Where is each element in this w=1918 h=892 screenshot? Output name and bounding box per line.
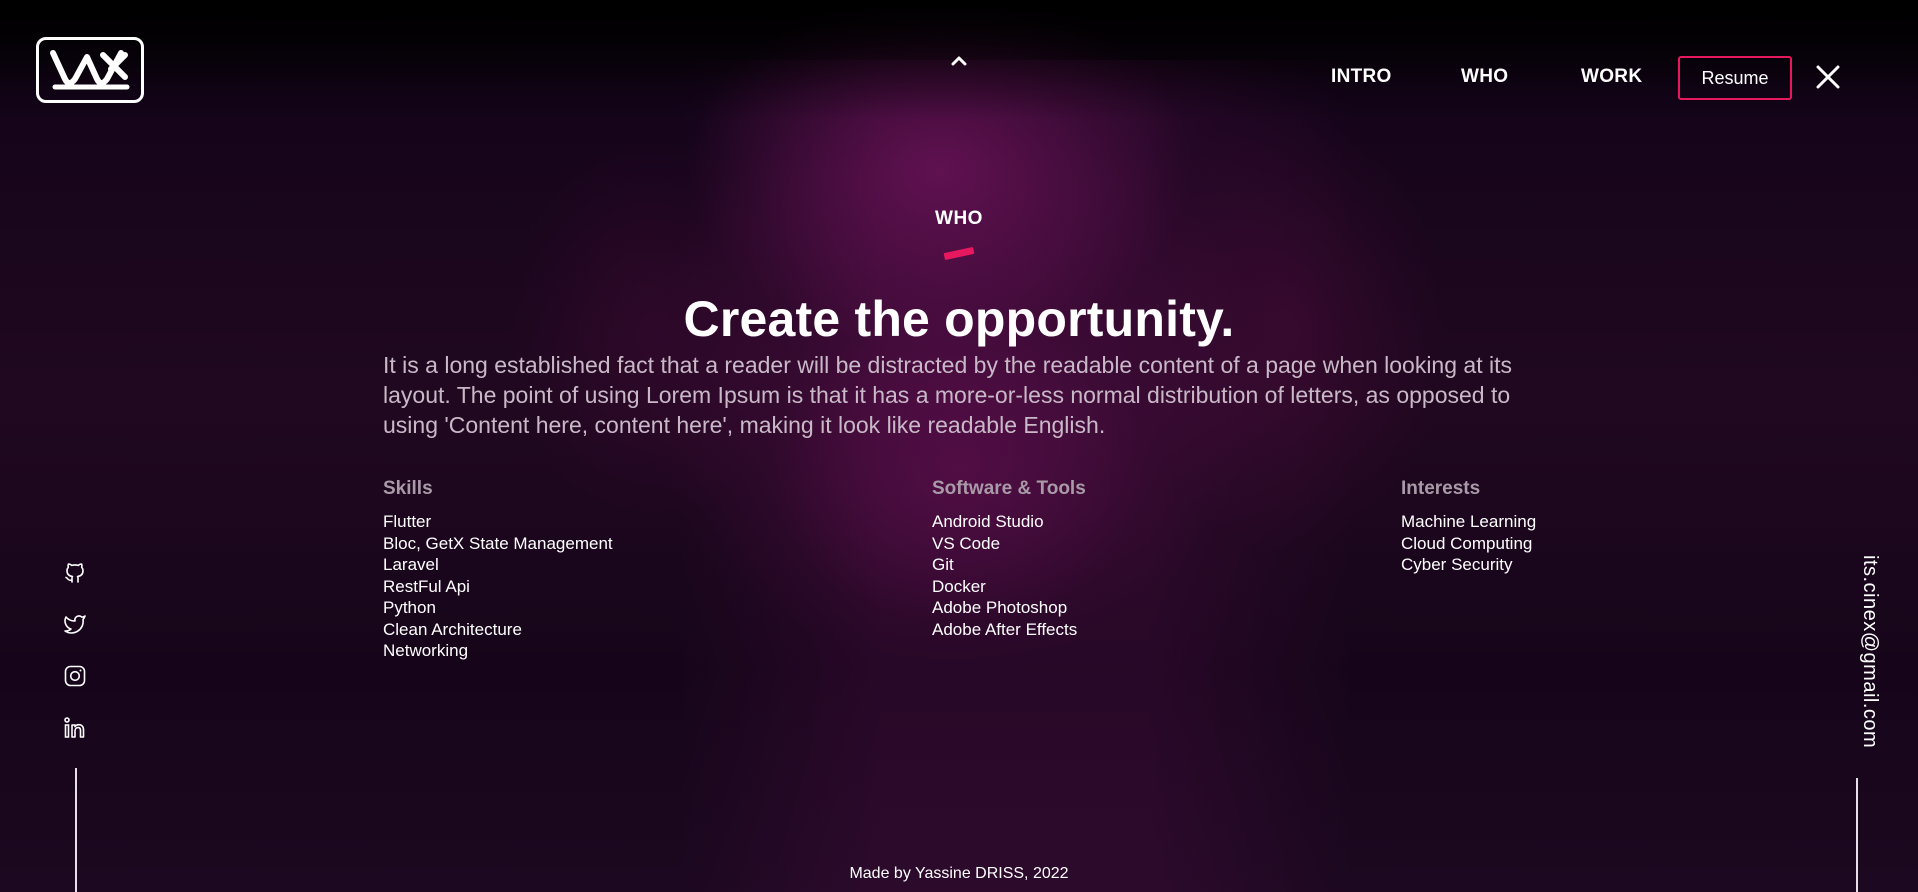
linkedin-icon bbox=[64, 717, 85, 738]
resume-button[interactable]: Resume bbox=[1678, 56, 1792, 100]
list-item: Python bbox=[383, 598, 436, 617]
linkedin-link[interactable] bbox=[60, 713, 90, 743]
github-link[interactable] bbox=[60, 558, 90, 588]
chevron-up-icon bbox=[951, 56, 967, 66]
page-title: Create the opportunity. bbox=[683, 291, 1235, 347]
list-item: Git bbox=[932, 555, 954, 574]
section-tag: WHO bbox=[935, 208, 983, 229]
skills-list: Flutter Bloc, GetX State Management Lara… bbox=[383, 511, 613, 662]
tools-list: Android Studio VS Code Git Docker Adobe … bbox=[932, 511, 1086, 640]
nav-link-intro[interactable]: INTRO bbox=[1331, 66, 1392, 88]
intro-paragraph: It is a long established fact that a rea… bbox=[383, 352, 1512, 438]
close-icon bbox=[1816, 65, 1840, 89]
list-item: Laravel bbox=[383, 555, 439, 574]
twitter-icon bbox=[64, 615, 86, 634]
list-item: Networking bbox=[383, 641, 469, 660]
list-item: RestFul Api bbox=[383, 576, 470, 596]
email-link[interactable]: its.cinex@gmail.com bbox=[1857, 555, 1881, 748]
instagram-icon bbox=[64, 665, 86, 687]
scroll-up-button[interactable] bbox=[947, 50, 971, 70]
close-menu-button[interactable] bbox=[1815, 64, 1841, 90]
list-item: Cyber Security bbox=[1401, 555, 1513, 574]
interests-list: Machine Learning Cloud Computing Cyber S… bbox=[1401, 511, 1536, 576]
nav-link-who[interactable]: WHO bbox=[1461, 66, 1508, 88]
list-item: Android Studio bbox=[932, 512, 1044, 531]
interests-title: Interests bbox=[1401, 478, 1481, 499]
list-item: Docker bbox=[932, 576, 986, 596]
list-item: Clean Architecture bbox=[383, 619, 522, 639]
github-icon bbox=[65, 563, 84, 583]
list-item: Adobe After Effects bbox=[932, 619, 1078, 639]
logo[interactable] bbox=[36, 37, 144, 103]
instagram-link[interactable] bbox=[60, 661, 90, 691]
list-item: Bloc, GetX State Management bbox=[383, 533, 613, 553]
interests-column: Interests Machine Learning Cloud Computi… bbox=[1401, 477, 1536, 576]
list-item: Adobe Photoshop bbox=[932, 598, 1068, 617]
list-item: Machine Learning bbox=[1401, 512, 1537, 531]
background-photo bbox=[0, 0, 1918, 892]
nav-link-work[interactable]: WORK bbox=[1581, 66, 1642, 88]
vx-logo bbox=[50, 50, 130, 90]
skills-column: Skills Flutter Bloc, GetX State Manageme… bbox=[383, 477, 613, 662]
list-item: VS Code bbox=[932, 533, 1001, 553]
skills-title: Skills bbox=[383, 478, 433, 499]
tools-column: Software & Tools Android Studio VS Code … bbox=[932, 477, 1086, 640]
list-item: Flutter bbox=[383, 512, 432, 531]
tools-title: Software & Tools bbox=[932, 478, 1086, 499]
twitter-link[interactable] bbox=[60, 609, 90, 639]
list-item: Cloud Computing bbox=[1401, 533, 1533, 553]
footer-credit: Made by Yassine DRISS, 2022 bbox=[849, 865, 1069, 882]
